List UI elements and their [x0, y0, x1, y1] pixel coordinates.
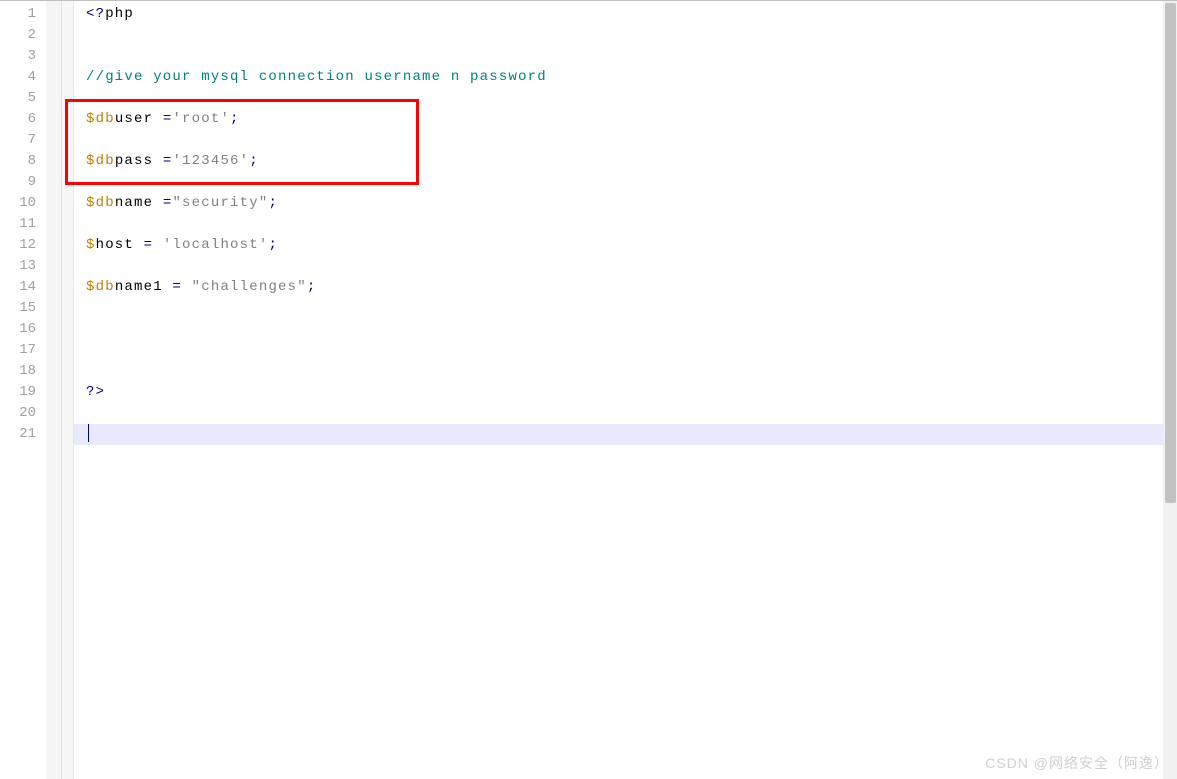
- code-line[interactable]: [86, 25, 1177, 46]
- line-number: 7: [0, 130, 36, 151]
- line-number: 4: [0, 67, 36, 88]
- code-token: name: [115, 195, 163, 211]
- code-token: =: [163, 195, 173, 211]
- code-token: $db: [86, 279, 115, 295]
- code-token: "challenges": [192, 279, 307, 295]
- code-margin: [62, 1, 74, 779]
- code-token: <?: [86, 6, 105, 22]
- code-token: =: [172, 279, 182, 295]
- code-token: ;: [268, 237, 278, 253]
- code-token: php: [105, 6, 134, 22]
- code-line[interactable]: [86, 214, 1177, 235]
- line-number: 16: [0, 319, 36, 340]
- code-line[interactable]: [86, 256, 1177, 277]
- code-line[interactable]: $dbname ="security";: [86, 193, 1177, 214]
- line-number-gutter: 123456789101112131415161718192021: [0, 1, 46, 779]
- code-line[interactable]: [86, 298, 1177, 319]
- code-editor[interactable]: 123456789101112131415161718192021 <?php/…: [0, 0, 1177, 779]
- code-line[interactable]: [86, 172, 1177, 193]
- code-token: =: [163, 153, 173, 169]
- line-number: 5: [0, 88, 36, 109]
- code-token: pass: [115, 153, 163, 169]
- code-token: user: [115, 111, 163, 127]
- code-line[interactable]: $host = 'localhost';: [86, 235, 1177, 256]
- code-token: =: [163, 111, 173, 127]
- code-token: $db: [86, 111, 115, 127]
- line-number: 14: [0, 277, 36, 298]
- code-area[interactable]: <?php //give your mysql connection userna…: [74, 1, 1177, 779]
- line-number: 19: [0, 382, 36, 403]
- code-token: '123456': [172, 153, 249, 169]
- line-number: 1: [0, 4, 36, 25]
- code-token: 'root': [172, 111, 230, 127]
- code-line[interactable]: [74, 424, 1177, 445]
- code-line[interactable]: [86, 403, 1177, 424]
- code-token: ;: [307, 279, 317, 295]
- scrollbar-thumb[interactable]: [1165, 3, 1176, 503]
- code-token: =: [144, 237, 154, 253]
- code-token: ;: [268, 195, 278, 211]
- code-line[interactable]: ?>: [86, 382, 1177, 403]
- code-token: ;: [230, 111, 240, 127]
- fold-column: [46, 1, 62, 779]
- line-number: 17: [0, 340, 36, 361]
- watermark-text: CSDN @网络安全（阿逸）: [985, 753, 1169, 773]
- code-line[interactable]: $dbname1 = "challenges";: [86, 277, 1177, 298]
- code-line[interactable]: [86, 88, 1177, 109]
- code-line[interactable]: //give your mysql connection username n …: [86, 67, 1177, 88]
- scrollbar-track[interactable]: [1163, 1, 1177, 779]
- line-number: 18: [0, 361, 36, 382]
- code-token: $db: [86, 195, 115, 211]
- code-line[interactable]: <?php: [86, 4, 1177, 25]
- code-token: $db: [86, 153, 115, 169]
- line-number: 8: [0, 151, 36, 172]
- code-token: ;: [249, 153, 259, 169]
- line-number: 9: [0, 172, 36, 193]
- code-line[interactable]: [86, 319, 1177, 340]
- line-number: 12: [0, 235, 36, 256]
- code-token: host: [96, 237, 144, 253]
- code-line[interactable]: $dbuser ='root';: [86, 109, 1177, 130]
- line-number: 13: [0, 256, 36, 277]
- code-line[interactable]: [86, 361, 1177, 382]
- line-number: 2: [0, 25, 36, 46]
- code-token: [153, 237, 163, 253]
- line-number: 15: [0, 298, 36, 319]
- line-number: 10: [0, 193, 36, 214]
- code-line[interactable]: $dbpass ='123456';: [86, 151, 1177, 172]
- text-cursor: [88, 424, 89, 442]
- code-token: name1: [115, 279, 173, 295]
- code-line[interactable]: [86, 46, 1177, 67]
- line-number: 11: [0, 214, 36, 235]
- code-token: 'localhost': [163, 237, 269, 253]
- code-line[interactable]: [86, 130, 1177, 151]
- code-token: //give your mysql connection username n …: [86, 69, 547, 85]
- code-token: $: [86, 237, 96, 253]
- line-number: 21: [0, 424, 36, 445]
- line-number: 20: [0, 403, 36, 424]
- code-line[interactable]: [86, 340, 1177, 361]
- code-token: [182, 279, 192, 295]
- code-token: ?>: [86, 384, 105, 400]
- line-number: 6: [0, 109, 36, 130]
- line-number: 3: [0, 46, 36, 67]
- code-token: "security": [172, 195, 268, 211]
